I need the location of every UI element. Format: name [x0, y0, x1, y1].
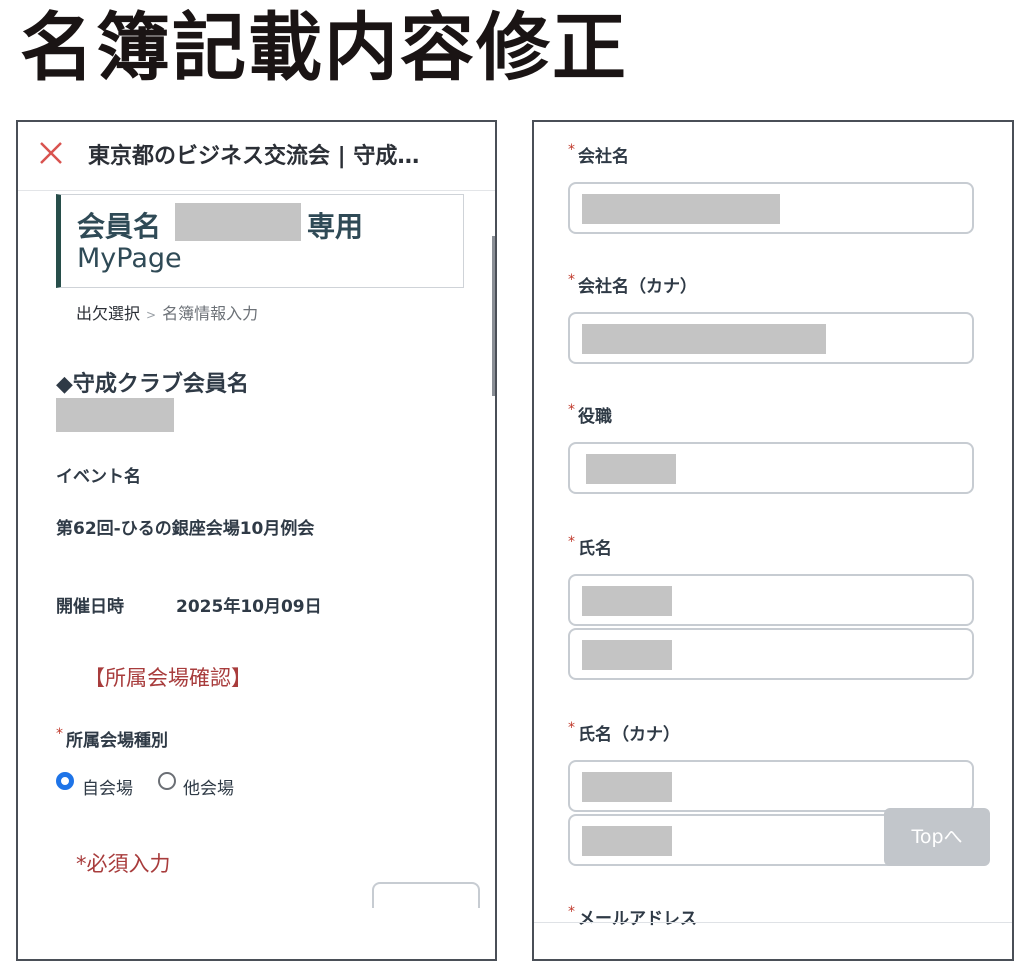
- mypage-prefix: 会員名: [77, 210, 162, 243]
- required-mark: *: [56, 726, 63, 742]
- position-label-text: 役職: [578, 407, 612, 427]
- right-screenshot-panel: * 会社名 * 会社名（カナ） * 役職 * 氏名 * 氏名（カナ） Topへ * メールア…: [532, 120, 1014, 961]
- breadcrumb-current[interactable]: 出欠選択: [76, 304, 140, 323]
- mypage-label: MyPage: [77, 243, 182, 274]
- email-label: * メールアドレス: [568, 904, 697, 929]
- close-icon[interactable]: [36, 138, 66, 168]
- redacted-value: [582, 772, 672, 802]
- name-label: * 氏名: [568, 534, 612, 559]
- event-label: イベント名: [56, 467, 141, 487]
- venue-confirm-heading: 【所属会場確認】: [84, 666, 252, 690]
- radio-own-venue[interactable]: [56, 772, 74, 790]
- name-label-text: 氏名: [578, 539, 612, 559]
- redacted-club-member-name: [56, 398, 174, 432]
- required-mark: *: [568, 142, 575, 158]
- venue-type-text: 所属会場種別: [66, 731, 168, 751]
- mypage-suffix: 専用: [307, 210, 364, 243]
- radio-other-venue-label[interactable]: 他会場: [183, 774, 234, 799]
- company-kana-label-text: 会社名（カナ）: [578, 277, 697, 297]
- redacted-member-name: [175, 203, 301, 241]
- redacted-value: [582, 586, 672, 616]
- last-name-kana-input[interactable]: [568, 760, 974, 812]
- required-mark: *: [568, 904, 575, 920]
- required-note: *必須入力: [76, 852, 171, 876]
- breadcrumb-next: 名簿情報入力: [162, 304, 259, 323]
- required-mark: *: [568, 402, 575, 418]
- redacted-value: [582, 194, 780, 224]
- company-input[interactable]: [568, 182, 974, 234]
- redacted-value: [582, 640, 672, 670]
- name-kana-label-text: 氏名（カナ）: [578, 725, 680, 745]
- redacted-value: [586, 454, 676, 484]
- position-input[interactable]: [568, 442, 974, 494]
- first-name-input[interactable]: [568, 628, 974, 680]
- company-kana-input[interactable]: [568, 312, 974, 364]
- topbar-title: 東京都のビジネス交流会 | 守成…: [88, 144, 420, 169]
- redacted-value: [582, 324, 826, 354]
- breadcrumb: 出欠選択 > 名簿情報入力: [76, 300, 258, 324]
- required-mark: *: [568, 272, 575, 288]
- radio-own-venue-label[interactable]: 自会場: [82, 774, 133, 799]
- back-to-top-button[interactable]: Topへ: [884, 808, 990, 866]
- venue-type-label: * 所属会場種別: [56, 726, 168, 751]
- date-label: 開催日時: [56, 597, 124, 617]
- mypage-banner: 会員名 専用 MyPage: [56, 194, 464, 288]
- left-screenshot-panel: 東京都のビジネス交流会 | 守成… 会員名 専用 MyPage 出欠選択 > 名簿情…: [16, 120, 497, 961]
- breadcrumb-separator: >: [146, 308, 157, 322]
- divider: [534, 922, 1012, 923]
- date-value: 2025年10月09日: [176, 597, 322, 617]
- name-kana-label: * 氏名（カナ）: [568, 720, 680, 745]
- company-label-text: 会社名: [578, 147, 629, 167]
- event-value: 第62回-ひるの銀座会場10月例会: [56, 519, 315, 539]
- last-name-input[interactable]: [568, 574, 974, 626]
- partial-input-field[interactable]: [372, 882, 480, 908]
- radio-other-venue[interactable]: [158, 772, 176, 790]
- email-label-text: メールアドレス: [578, 909, 697, 929]
- company-label: * 会社名: [568, 142, 629, 167]
- redacted-value: [582, 826, 672, 856]
- position-label: * 役職: [568, 402, 612, 427]
- required-mark: *: [568, 720, 575, 736]
- scrollbar[interactable]: [492, 236, 495, 396]
- club-member-title: ◆守成クラブ会員名: [56, 372, 249, 397]
- page-heading: 名簿記載内容修正: [20, 5, 628, 91]
- browser-topbar: 東京都のビジネス交流会 | 守成…: [18, 122, 495, 191]
- company-kana-label: * 会社名（カナ）: [568, 272, 697, 297]
- required-mark: *: [568, 534, 575, 550]
